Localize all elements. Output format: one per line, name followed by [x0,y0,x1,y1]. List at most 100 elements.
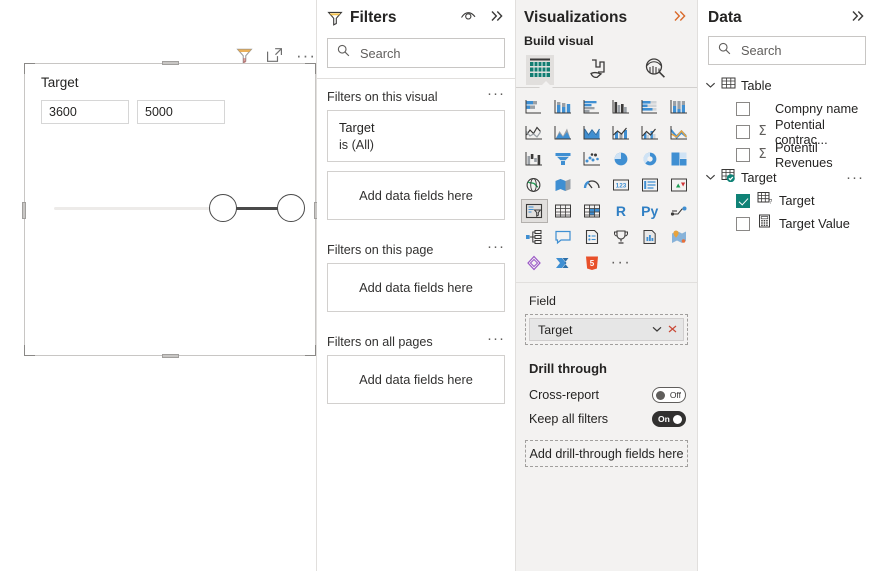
viz-donut-chart[interactable] [636,147,663,171]
viz-map-visual[interactable] [521,173,548,197]
field-checkbox[interactable] [736,216,750,231]
close-icon[interactable] [667,321,678,339]
viz-clustered-bar-chart[interactable] [579,95,606,119]
power-bi-report-editor: ··· Target 3600 5000 Filters Search Filt… [0,0,878,571]
viz-stacked-bar-chart[interactable] [521,95,548,119]
filters-page-more-icon[interactable]: ··· [487,239,505,254]
viz-slicer-visual[interactable] [521,199,548,223]
tab-analytics[interactable] [641,55,669,85]
field-checkbox[interactable] [736,193,750,208]
viz-scatter-chart[interactable] [579,147,606,171]
viz-python-script-visual[interactable]: Py [636,199,663,223]
tab-active-indicator [539,81,553,88]
report-canvas[interactable]: ··· Target [0,0,318,571]
table-name: Target [741,170,777,185]
resize-handle-top-left[interactable] [24,63,35,74]
viz-funnel-chart[interactable] [550,147,577,171]
viz-line-stacked-column-chart[interactable] [608,121,635,145]
tree-field-row[interactable]: Σ Potentil Revenues [698,140,878,170]
viz-stacked-column-chart[interactable] [550,95,577,119]
chevron-down-icon[interactable] [651,321,663,339]
tab-format[interactable] [584,55,612,85]
viz-table-visual[interactable] [550,199,577,223]
viz-r-script-visual[interactable]: R [608,199,635,223]
resize-handle-bottom-right[interactable] [305,345,316,356]
viz-paginated-report-visual[interactable] [636,225,663,249]
chevron-double-right-icon[interactable] [489,9,505,28]
viz-stacked-area-chart[interactable] [579,121,606,145]
filters-visual-dropzone[interactable]: Add data fields here [327,171,505,220]
viz-multi-row-card-visual[interactable] [636,173,663,197]
chevron-down-icon[interactable] [705,77,716,95]
viz-metrics-visual[interactable] [608,225,635,249]
resize-handle-bottom[interactable] [162,354,179,358]
drill-through-dropzone[interactable]: Add drill-through fields here [525,440,688,467]
viz-decomposition-tree-visual[interactable] [521,225,548,249]
resize-handle-bottom-left[interactable] [24,345,35,356]
tree-field-row[interactable]: Target Value [698,212,878,235]
field-well[interactable]: Target [525,314,688,345]
filters-all-pages-more-icon[interactable]: ··· [487,331,505,346]
filters-all-pages-dropzone[interactable]: Add data fields here [327,355,505,404]
chevron-down-icon[interactable] [705,169,716,187]
focus-mode-icon[interactable] [266,47,283,64]
data-search-input[interactable] [739,42,856,59]
viz-narrative-visual[interactable] [579,225,606,249]
viz-waterfall-chart[interactable] [521,147,548,171]
slider-handle-max[interactable] [277,194,305,222]
viz-clustered-column-chart[interactable] [608,95,635,119]
viz-pie-chart[interactable] [608,147,635,171]
cross-report-toggle[interactable]: Off [652,387,686,403]
viz-card-visual[interactable]: 123 [608,173,635,197]
viz-html-viewer-visual[interactable]: 5 [579,251,606,275]
tree-table-row[interactable]: Table [698,74,878,97]
viz-treemap-chart[interactable] [665,147,692,171]
field-checkbox[interactable] [736,101,750,116]
viz-gauge-visual[interactable] [579,173,606,197]
viz-key-influencers-visual[interactable] [665,199,692,223]
field-checkbox[interactable] [736,124,750,139]
viz-matrix-visual[interactable] [579,199,606,223]
slicer-visual[interactable]: Target [22,61,318,358]
viz-power-apps-visual[interactable] [521,251,548,275]
table-more-options-icon[interactable]: ··· [846,170,864,185]
filters-visual-more-icon[interactable]: ··· [487,86,505,101]
viz-area-chart[interactable] [550,121,577,145]
slider-handle-min[interactable] [209,194,237,222]
viz-kpi-visual[interactable] [665,173,692,197]
filters-page-dropzone[interactable]: Add data fields here [327,263,505,312]
viz-azure-map-visual[interactable] [665,225,692,249]
filters-on-this-page-section: Filters on this page ··· Add data fields… [317,232,515,312]
chevron-double-right-icon[interactable] [850,9,866,28]
viz-more-visuals[interactable]: ··· [608,251,635,275]
viz-filled-map-visual[interactable] [550,173,577,197]
data-search-box[interactable] [708,36,866,65]
viz-q-and-a-visual[interactable] [550,225,577,249]
visual-more-options-icon[interactable]: ··· [296,47,316,64]
resize-handle-left[interactable] [22,201,26,219]
slicer-max-input[interactable] [137,100,225,124]
slicer-min-input[interactable] [41,100,129,124]
drill-through-title: Drill through [529,361,607,376]
chevron-double-right-icon[interactable] [672,9,688,28]
viz-power-automate-visual[interactable] [550,251,577,275]
filter-funnel-icon[interactable] [236,47,253,64]
viz-100-stacked-column-chart[interactable] [665,95,692,119]
slicer-range-slider[interactable] [54,194,305,224]
resize-handle-top[interactable] [162,61,179,65]
tree-field-row[interactable]: ? Target [698,189,878,212]
tree-table-row[interactable]: Target ··· [698,166,878,189]
data-pane-title: Data [708,9,742,26]
viz-line-clustered-column-chart[interactable] [636,121,663,145]
field-checkbox[interactable] [736,147,750,162]
filter-card-target[interactable]: Target is (All) [327,110,505,162]
resize-handle-top-right[interactable] [305,63,316,74]
filters-search-input[interactable] [358,44,495,62]
keep-all-filters-toggle[interactable]: On [652,411,686,427]
viz-100-stacked-bar-chart[interactable] [636,95,663,119]
viz-ribbon-chart[interactable] [665,121,692,145]
field-pill-target[interactable]: Target [529,318,684,341]
viz-line-chart[interactable] [521,121,548,145]
eye-icon[interactable] [460,9,477,27]
filters-search-box[interactable] [327,38,505,68]
